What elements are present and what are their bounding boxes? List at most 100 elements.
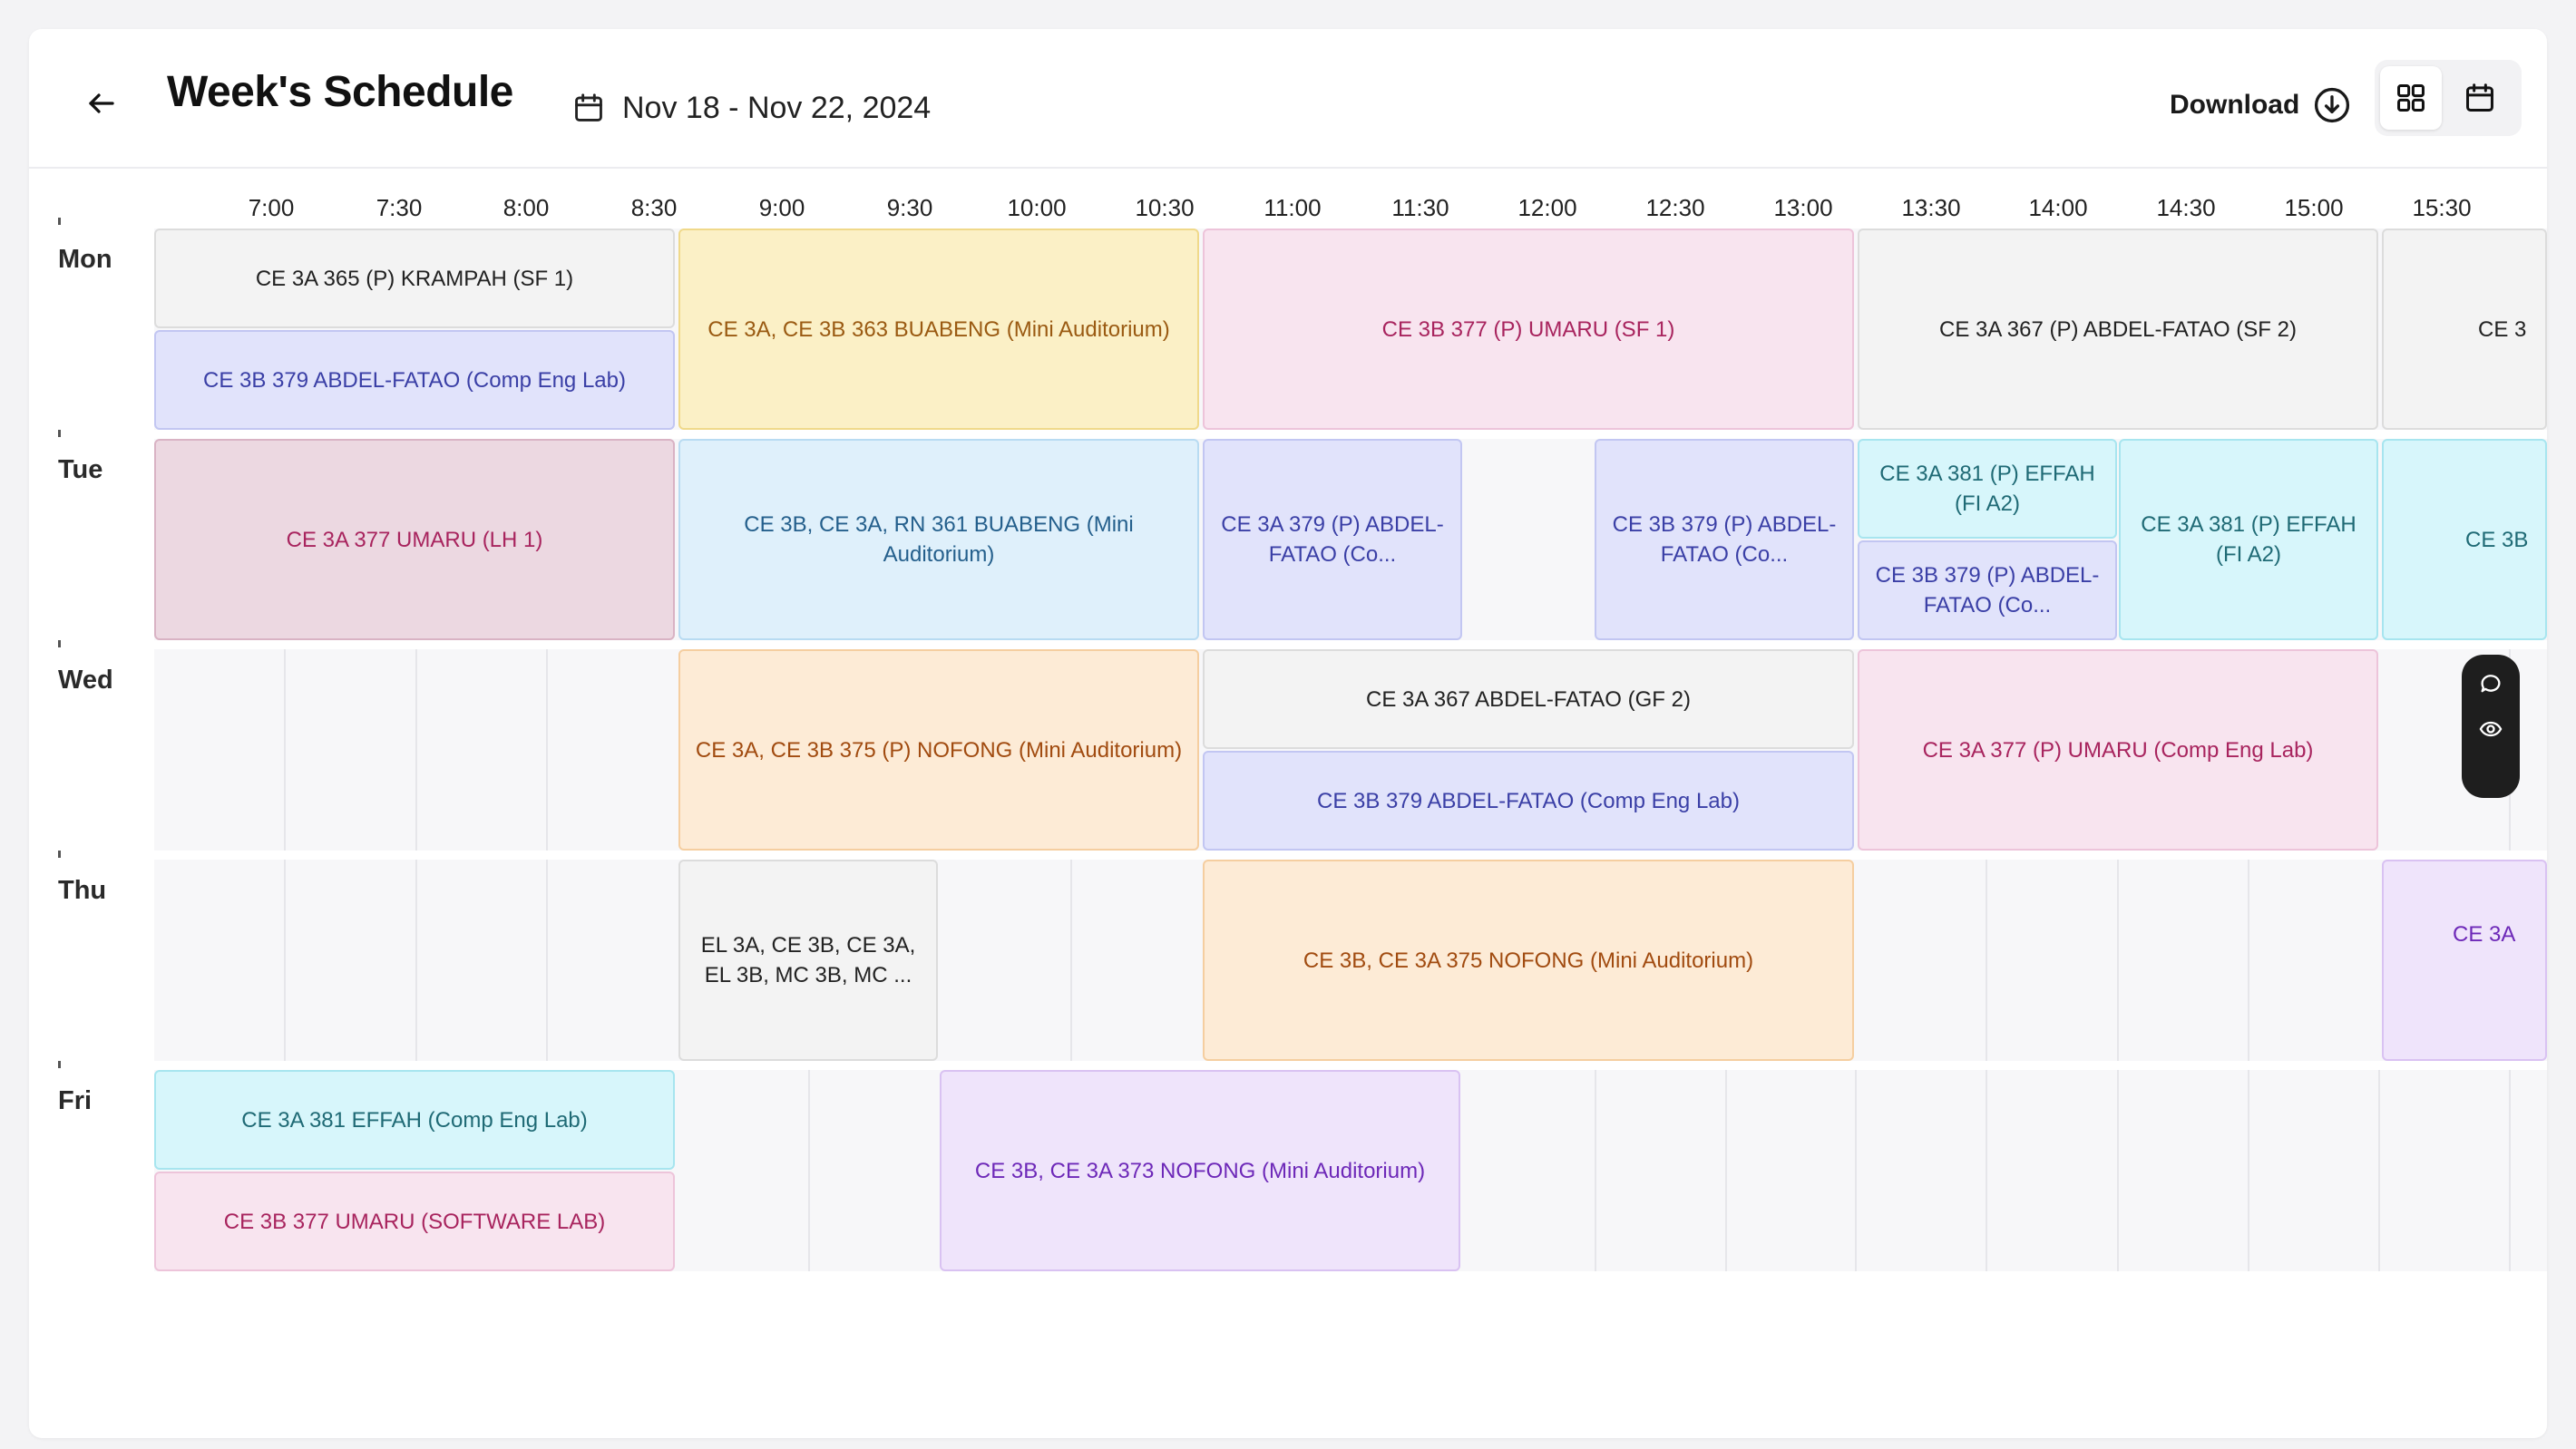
event-block[interactable]: CE 3B 377 UMARU (SOFTWARE LAB) — [154, 1172, 675, 1271]
day-marker — [58, 430, 61, 437]
time-tick: 11:00 — [1264, 194, 1322, 221]
event-block[interactable]: CE 3B 379 ABDEL-FATAO (Comp Eng Lab) — [154, 330, 675, 430]
event-title: CE 3A 381 EFFAH (Comp Eng Lab) — [241, 1107, 588, 1133]
event-block[interactable]: CE 3A 377 UMARU (LH 1) — [154, 439, 675, 640]
visibility-button[interactable] — [2474, 713, 2507, 745]
grid-view-button[interactable] — [2380, 66, 2442, 130]
time-tick: 10:00 — [1007, 194, 1067, 221]
calendar-icon — [575, 93, 602, 122]
event-title: CE 3B 379 ABDEL-FATAO (Comp Eng Lab) — [203, 367, 626, 393]
event-title: CE 3A 367 (P) ABDEL-FATAO (SF 2) — [1939, 316, 2297, 342]
event-title: CE 3B 379 ABDEL-FATAO (Comp Eng Lab) — [1317, 788, 1740, 813]
event-block[interactable]: CE 3B 379 (P) ABDEL-FATAO (Co... — [1595, 439, 1854, 640]
event-title: CE 3A, CE 3B 375 (P) NOFONG (Mini Audito… — [695, 737, 1183, 763]
gridline — [284, 860, 286, 1061]
event-title: CE 3B, CE 3A, RN 361 BUABENG (Mini Audit… — [744, 512, 1134, 567]
gridline — [808, 1070, 810, 1271]
event-block[interactable]: CE 3B — [2382, 439, 2547, 640]
event-title: CE 3B 379 (P) ABDEL-FATAO (Co... — [1875, 563, 2100, 618]
gridline — [415, 649, 417, 851]
event-block[interactable]: CE 3 — [2382, 229, 2547, 430]
event-block[interactable]: CE 3B, CE 3A 373 NOFONG (Mini Auditorium… — [940, 1070, 1460, 1271]
gridline — [2248, 860, 2249, 1061]
date-range-text: Nov 18 - Nov 22, 2024 — [622, 90, 932, 125]
day-marker — [58, 851, 61, 858]
gridline — [1725, 1070, 1727, 1271]
day-marker — [58, 640, 61, 647]
event-title: CE 3A 377 (P) UMARU (Comp Eng Lab) — [1922, 737, 2314, 763]
event-block[interactable]: CE 3A 381 (P) EFFAH (FI A2) — [1858, 439, 2117, 539]
gridline — [546, 649, 548, 851]
event-title: CE 3B 377 UMARU (SOFTWARE LAB) — [223, 1209, 606, 1234]
day-label-wed: Wed — [58, 666, 113, 695]
day-label-tue: Tue — [58, 455, 103, 484]
event-block[interactable]: CE 3A 365 (P) KRAMPAH (SF 1) — [154, 229, 675, 328]
time-tick: 7:00 — [248, 194, 295, 221]
time-tick: 9:00 — [758, 194, 805, 221]
event-block[interactable]: CE 3B 377 (P) UMARU (SF 1) — [1203, 229, 1854, 430]
event-block[interactable]: CE 3A, CE 3B 375 (P) NOFONG (Mini Audito… — [678, 649, 1199, 851]
time-tick: 12:00 — [1517, 194, 1577, 221]
comment-button[interactable] — [2474, 667, 2507, 700]
time-tick: 11:30 — [1391, 194, 1449, 221]
event-title: CE 3B 379 (P) ABDEL-FATAO (Co... — [1612, 512, 1837, 567]
gridline — [2117, 860, 2119, 1061]
event-block[interactable]: CE 3A 367 ABDEL-FATAO (GF 2) — [1203, 649, 1854, 749]
event-title: CE 3 — [2478, 316, 2527, 342]
calendar-view-button[interactable] — [2449, 66, 2511, 130]
time-tick: 14:30 — [2156, 194, 2216, 221]
comment-icon — [2481, 675, 2501, 693]
day-label-thu: Thu — [58, 876, 107, 905]
time-tick: 8:00 — [503, 194, 550, 221]
time-tick: 15:00 — [2284, 194, 2344, 221]
event-block[interactable]: CE 3A 381 (P) EFFAH (FI A2) — [2119, 439, 2378, 640]
event-block[interactable]: CE 3B 379 ABDEL-FATAO (Comp Eng Lab) — [1203, 751, 1854, 851]
event-title: CE 3A, CE 3B 363 BUABENG (Mini Auditoriu… — [707, 316, 1170, 342]
time-tick: 8:30 — [630, 194, 678, 221]
gridline — [2248, 1070, 2249, 1271]
event-block[interactable]: CE 3A 381 EFFAH (Comp Eng Lab) — [154, 1070, 675, 1170]
event-block[interactable]: CE 3B, CE 3A 375 NOFONG (Mini Auditorium… — [1203, 860, 1854, 1061]
download-circle-icon — [2315, 87, 2350, 123]
event-title: CE 3A 381 (P) EFFAH (FI A2) — [2141, 512, 2356, 567]
calendar-view-icon — [2466, 83, 2493, 112]
day-marker — [58, 218, 61, 225]
event-block[interactable]: EL 3A, CE 3B, CE 3A, EL 3B, MC 3B, MC ..… — [678, 860, 938, 1061]
event-block[interactable]: CE 3A — [2382, 860, 2547, 1061]
eye-icon — [2479, 721, 2503, 737]
time-tick: 10:30 — [1135, 194, 1195, 221]
day-marker — [58, 1061, 61, 1068]
floating-toolbar — [2462, 655, 2520, 798]
time-tick: 12:30 — [1645, 194, 1705, 221]
grid-view-icon — [2397, 84, 2425, 112]
event-block[interactable]: CE 3A, CE 3B 363 BUABENG (Mini Auditoriu… — [678, 229, 1199, 430]
event-title: CE 3A — [2453, 922, 2516, 947]
gridline — [284, 649, 286, 851]
event-title: CE 3B — [2465, 527, 2529, 552]
time-tick: 13:00 — [1773, 194, 1833, 221]
time-tick: 7:30 — [376, 194, 423, 221]
gridline — [1855, 1070, 1857, 1271]
gridline — [2509, 1070, 2511, 1271]
gridline — [1986, 1070, 1987, 1271]
event-block[interactable]: CE 3B 379 (P) ABDEL-FATAO (Co... — [1858, 540, 2117, 640]
back-button[interactable] — [67, 69, 136, 138]
event-block[interactable]: CE 3A 379 (P) ABDEL-FATAO (Co... — [1203, 439, 1462, 640]
page-title: Week's Schedule — [167, 68, 513, 116]
time-tick: 13:30 — [1901, 194, 1961, 221]
time-tick: 9:30 — [886, 194, 933, 221]
gridline — [546, 860, 548, 1061]
time-tick: 15:30 — [2412, 194, 2472, 221]
header: Week's Schedule Nov 18 - Nov 22, 2024 Do… — [29, 29, 2547, 169]
event-block[interactable]: CE 3A 377 (P) UMARU (Comp Eng Lab) — [1858, 649, 2378, 851]
day-label-mon: Mon — [58, 245, 112, 274]
event-block[interactable]: CE 3A 367 (P) ABDEL-FATAO (SF 2) — [1858, 229, 2378, 430]
gridline — [1070, 860, 1072, 1061]
gridline — [1595, 1070, 1596, 1271]
event-block[interactable]: CE 3B, CE 3A, RN 361 BUABENG (Mini Audit… — [678, 439, 1199, 640]
event-title: CE 3A 379 (P) ABDEL-FATAO (Co... — [1221, 512, 1444, 567]
download-button[interactable]: Download — [2170, 71, 2352, 140]
view-toggle — [2375, 60, 2522, 136]
date-range: Nov 18 - Nov 22, 2024 — [571, 76, 931, 140]
gridline — [2117, 1070, 2119, 1271]
